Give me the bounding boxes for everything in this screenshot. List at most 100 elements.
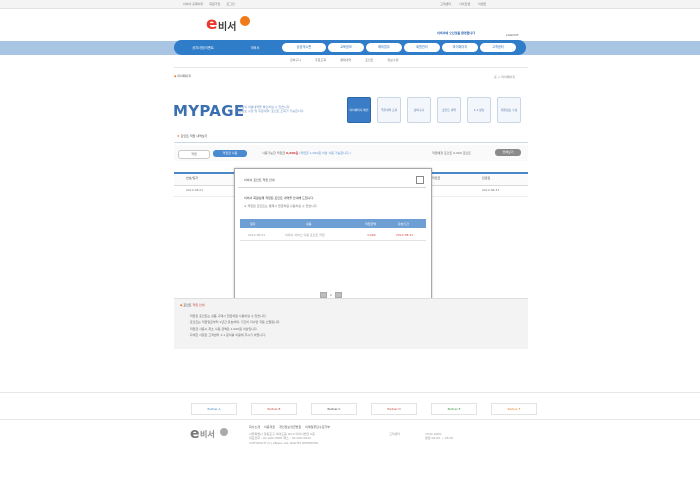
page-desc-line2: 회원정보 수정 및 주문내역, 포인트 조회가 가능합니다. <box>236 109 305 113</box>
subnav-orders[interactable]: 주문조회 <box>315 58 326 62</box>
breadcrumb: ◆ 마이페이지 <box>174 74 191 78</box>
page-title: MYPAGE <box>173 102 245 120</box>
top-link-support[interactable]: 고객센터 <box>440 2 451 6</box>
nav-item-overseas[interactable]: 해외업무 <box>366 43 402 52</box>
earn-button[interactable]: 적립 <box>178 150 210 159</box>
popup-cell-amount: 3,000 <box>367 233 376 237</box>
footer-link[interactable]: 회사소개 <box>249 425 260 429</box>
popup-col-amount: 적립금액 <box>365 222 377 226</box>
footer-link[interactable]: 이용약관 <box>264 425 275 429</box>
partner-logo[interactable]: Partner C <box>311 403 357 415</box>
footer-logo-badge-icon <box>220 428 228 436</box>
expected-points: 적립예정 포인트 0,000 포인트 <box>432 151 472 155</box>
points-info: 사용가능한 적립금 0,000원 (적립금 1,000원 이상 사용 가능합니다… <box>262 151 351 155</box>
nav-item-mypage[interactable]: 마이페이지 <box>442 43 478 52</box>
page-number[interactable]: 1 <box>330 293 332 297</box>
popup-col-date: 일자 <box>250 222 256 226</box>
top-link-home[interactable]: 이비서 홈페이지 <box>183 2 203 6</box>
breadcrumb-path: 홈 > 마이페이지 <box>494 75 515 79</box>
section-title-text: 포인트 적립 내역보기 <box>180 134 208 138</box>
footer-addr-line: COPYRIGHT (C) eBiseo ALL RIGHTS RESERVED… <box>249 440 320 445</box>
top-utility-bar <box>0 0 700 9</box>
popup-cell-valid: 2012.08.31 <box>396 233 414 237</box>
page-description: 고객님의 이용내역을 확인하실 수 있습니다. 회원정보 수정 및 주문내역, … <box>236 105 304 113</box>
col-header-amount: 적립금 <box>432 176 441 180</box>
site-logo[interactable]: e 비서 <box>206 14 254 34</box>
notice-line: · 자세한 사항은 고객센터 1:1 문의를 이용해 주시기 바랍니다. <box>188 332 266 337</box>
logo-badge-icon <box>240 16 250 26</box>
notice-line: · 포인트는 적립일로부터 1년간 유효하며, 기간이 지나면 자동 소멸됩니다… <box>188 320 281 325</box>
tab-profile[interactable]: 회원정보 수정 <box>497 97 521 123</box>
popup-col-valid: 유효기간 <box>398 222 410 226</box>
cell-expire: 2012.08.31 <box>482 188 500 192</box>
footer-link[interactable]: 이메일무단수집거부 <box>305 425 330 429</box>
section-divider <box>174 142 528 143</box>
col-header-expire: 만료일 <box>482 176 491 180</box>
subnav-cart[interactable]: 장바구니 <box>290 58 301 62</box>
slogan: 이비서에 오신것을 환영합니다 <box>437 31 475 35</box>
footer-support: 고객센터 <box>389 432 400 436</box>
popup-cell-content: 이비서 서비스 이용 포인트 적립 <box>285 233 325 237</box>
points-value: 0,000원 <box>286 151 299 155</box>
logout-link[interactable]: LOGOUT <box>506 33 519 37</box>
top-link-join[interactable]: 회원가입 <box>209 2 220 6</box>
nav-item-edu[interactable]: 교육정보 <box>328 43 364 52</box>
nav-item-ebiseo[interactable]: 이비서 <box>232 45 278 50</box>
points-label: 사용가능한 적립금 <box>262 151 286 155</box>
popup-divider <box>238 187 426 188</box>
top-link-sitemap[interactable]: 사이트맵 <box>459 2 470 6</box>
top-left-links: 이비서 홈페이지 회원가입 로그인 <box>183 2 235 6</box>
tab-inquiry[interactable]: 1:1 상담 <box>467 97 491 123</box>
top-link-login[interactable]: 로그인 <box>226 2 234 6</box>
main-nav: 공지사항/이벤트 이비서 상담게시판 교육정보 해외업무 회원관리 마이페이지 … <box>174 40 526 55</box>
footer-support-hours: 평일 09:00 ~ 18:00 <box>425 436 454 440</box>
popup-col-content: 내용 <box>306 222 312 226</box>
subnav-profile[interactable]: 정보수정 <box>387 58 398 62</box>
partner-logo[interactable]: Partner D <box>371 403 417 415</box>
notice-title-emph: 적립 안내 <box>192 303 205 307</box>
nav-item-member[interactable]: 회원관리 <box>404 43 440 52</box>
nav-item-support[interactable]: 고객센터 <box>480 43 516 52</box>
popup-note: ※ 적립된 포인트는 결제시 현금처럼 사용하실 수 있습니다. <box>244 204 318 208</box>
popup-row-line <box>240 240 426 241</box>
tab-orders[interactable]: 주문내역 조회 <box>377 97 401 123</box>
cell-date: 2012.08.01 <box>186 188 204 192</box>
partner-logo[interactable]: Partner A <box>191 403 237 415</box>
notice-title-prefix: 포인트 <box>183 303 192 307</box>
tab-mypage-main[interactable]: 마이페이지 메인 <box>347 97 371 123</box>
popup-cell-date: 2012.08.01 <box>248 233 266 237</box>
footer-links: 회사소개 이용약관 개인정보취급방침 이메일무단수집거부 <box>249 425 330 429</box>
section-title: ★ 포인트 적립 내역보기 <box>177 134 207 138</box>
footer-support-info: 1544-0000 평일 09:00 ~ 18:00 <box>425 432 453 440</box>
footer-divider <box>0 392 700 393</box>
tab-points[interactable]: 포인트 내역 <box>437 97 461 123</box>
top-link-event[interactable]: 이벤트 <box>478 2 486 6</box>
breadcrumb-current: 마이페이지 <box>177 74 192 78</box>
footer-addr-line: 대표전화 : 02-000-0000 팩스 : 02-000-0000 <box>249 436 312 441</box>
logo-text: 비서 <box>218 22 237 33</box>
sub-nav: 장바구니 주문조회 결제내역 포인트 정보수정 <box>290 58 398 62</box>
popup-text: 이비서 회원님께 적립된 포인트 내역을 안내해 드립니다. <box>244 196 315 200</box>
view-all-button[interactable]: 전체보기 <box>495 149 521 156</box>
tab-cart[interactable]: 장바구니 <box>407 97 431 123</box>
points-note: (적립금 1,000원 이상 사용 가능합니다.) <box>299 151 351 155</box>
subnav-payments[interactable]: 결제내역 <box>340 58 351 62</box>
popup-title: 이비서 포인트 적립 안내 <box>244 178 275 182</box>
logo-e: e <box>206 14 218 34</box>
footer-logo: e 비서 <box>190 426 236 444</box>
subnav-points[interactable]: 포인트 <box>365 58 373 62</box>
use-points-button[interactable]: 적립금 사용 <box>213 150 247 157</box>
nav-item-notice[interactable]: 공지사항/이벤트 <box>174 45 232 50</box>
partner-logos: Partner A Partner B Partner C Partner D … <box>191 403 537 415</box>
mypage-tabs: 마이페이지 메인 주문내역 조회 장바구니 포인트 내역 1:1 상담 회원정보… <box>347 97 521 123</box>
notice-list: · 적립된 포인트는 상품 구매시 현금처럼 사용하실 수 있습니다. · 포인… <box>188 313 280 338</box>
nav-item-consult[interactable]: 상담게시판 <box>282 43 326 52</box>
partner-logo[interactable]: Partner B <box>251 403 297 415</box>
close-icon[interactable] <box>416 176 424 184</box>
footer-link[interactable]: 개인정보취급방침 <box>279 425 301 429</box>
footer-logo-text: 비서 <box>200 430 215 439</box>
partner-logo[interactable]: Partner F <box>491 403 537 415</box>
top-right-links: 고객센터 사이트맵 이벤트 <box>440 2 486 6</box>
col-header-date: 번호/일자 <box>186 176 199 180</box>
partner-logo[interactable]: Partner E <box>431 403 477 415</box>
